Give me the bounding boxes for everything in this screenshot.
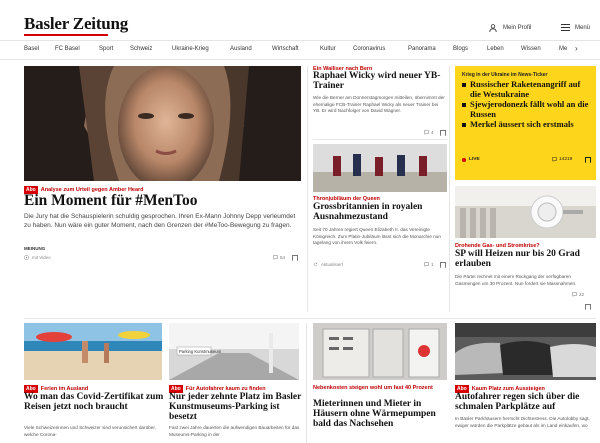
nav-item-leben[interactable]: Leben [487, 46, 504, 52]
comment-icon [273, 255, 278, 260]
ticker-list: Russischer Raketenangriff auf die Westuk… [462, 79, 592, 131]
queen-teaser[interactable]: Seit 70 Jahren regiert Queen Elizabeth I… [313, 227, 445, 247]
covid-headline[interactable]: Wo man das Covid-Zertifikat zum Reisen j… [24, 392, 164, 413]
menu-label: Menü [575, 24, 591, 31]
comment-icon [424, 130, 429, 135]
column-divider [449, 66, 450, 312]
nav-item-sport[interactable]: Sport [99, 46, 113, 52]
nav-item-wissen[interactable]: Wissen [521, 46, 541, 52]
menu-button[interactable]: Menü [561, 24, 590, 31]
parking-image[interactable]: Parking Kunstmuseum [169, 323, 299, 380]
comment-icon [572, 292, 577, 297]
hamburger-icon [561, 24, 570, 31]
gas-teaser[interactable]: Die Partei rechnet mit einem Rückgang de… [455, 274, 594, 287]
parked-cars-photo [455, 323, 596, 380]
hero-portrait [24, 66, 301, 181]
covid-teaser[interactable]: Viele Schweizerinnen und Schweizer sind … [24, 425, 162, 438]
nav-scroll-right-icon[interactable]: › [575, 44, 578, 53]
queen-photo [313, 144, 447, 192]
nav-item-kultur[interactable]: Kultur [320, 46, 336, 52]
queen-bookmark-icon[interactable] [440, 262, 446, 268]
heating-image[interactable] [313, 323, 447, 380]
nav-item-blogs[interactable]: Blogs [453, 46, 468, 52]
refresh-icon [313, 262, 318, 267]
parking-headline[interactable]: Nur jeder zehnte Platz im Basler Kunstmu… [169, 392, 303, 423]
beach-photo [24, 323, 162, 380]
cars-teaser[interactable]: In Basler Parkhäusern herrscht Dichtestr… [455, 416, 594, 429]
nav-item-basel[interactable]: Basel [24, 46, 39, 52]
heating-headline[interactable]: Mieterinnen und Mieter in Häusern ohne W… [313, 399, 447, 430]
nav-item-panorama[interactable]: Panorama [408, 46, 436, 52]
ticker-kicker: Krieg in der Ukraine im News-Ticker [462, 72, 548, 78]
ticker-item[interactable]: Merkel äussert sich erstmals [462, 120, 592, 130]
ticker-item[interactable]: Sjewjerodonezk fällt wohl an die Russen [462, 99, 592, 119]
wicky-comments[interactable]: 4 [424, 130, 434, 135]
column-divider [306, 323, 307, 443]
wicky-headline[interactable]: Raphael Wicky wird neuer YB-Trainer [313, 71, 447, 92]
queen-headline[interactable]: Grossbritannien in royalen Ausnahmezusta… [313, 202, 447, 223]
covid-image[interactable] [24, 323, 162, 380]
cars-image[interactable] [455, 323, 596, 380]
heating-kicker[interactable]: Nebenkosten steigen wohl um fast 40 Proz… [313, 385, 447, 391]
comment-icon [424, 262, 429, 267]
live-dot-icon [462, 157, 466, 162]
play-icon [24, 255, 29, 260]
row-divider [24, 318, 596, 319]
cars-headline[interactable]: Autofahrer regen sich über die schmalen … [455, 392, 596, 413]
parking-teaser[interactable]: Fast zwei Jahre dauerten die aufwendigen… [169, 425, 301, 438]
gas-comments[interactable]: 22 [572, 292, 584, 297]
site-header: Basler Zeitung Mein Profil Menü [0, 0, 600, 41]
news-ticker-box[interactable]: Krieg in der Ukraine im News-Ticker Russ… [455, 66, 596, 180]
hero-bookmark-icon[interactable] [292, 255, 298, 261]
nav-item-ukraine-krieg[interactable]: Ukraine-Krieg [172, 46, 209, 52]
nav-item-wirtschaft[interactable]: Wirtschaft [272, 46, 299, 52]
queen-comments[interactable]: 1 [424, 262, 434, 267]
wicky-teaser[interactable]: Wie die Berner am Donnerstagmorgen mitte… [313, 95, 445, 115]
column-divider [307, 66, 308, 312]
card-divider [313, 139, 447, 140]
nav-item-schweiz[interactable]: Schweiz [130, 46, 152, 52]
nav-item-more[interactable]: Me [559, 46, 567, 52]
hero-headline[interactable]: Ein Moment für #MenToo [24, 192, 304, 209]
hero-teaser[interactable]: Die Jury hat die Schauspielerin schuldig… [24, 213, 302, 231]
comment-icon [552, 157, 557, 162]
queen-updated-meta: Aktualisiert [313, 262, 343, 267]
main-navigation: Basel FC Basel Sport Schweiz Ukraine-Kri… [0, 41, 600, 60]
thermostat-photo [455, 186, 596, 238]
ticker-count: 14219 [552, 157, 572, 162]
nav-item-ausland[interactable]: Ausland [230, 46, 252, 52]
heat-pump-photo [313, 323, 447, 380]
queen-image[interactable] [313, 144, 447, 192]
hero-label: MEINUNG [24, 246, 46, 251]
user-icon [489, 24, 497, 32]
profile-button[interactable]: Mein Profil [489, 24, 531, 32]
parking-sign: Parking Kunstmuseum [179, 349, 222, 354]
gas-bookmark-icon[interactable] [585, 304, 591, 310]
gas-headline[interactable]: SP will Heizen nur bis 20 Grad erlauben [455, 249, 596, 270]
hero-comments[interactable]: 54 [273, 255, 285, 260]
profile-label: Mein Profil [503, 25, 532, 31]
wicky-bookmark-icon[interactable] [440, 130, 446, 136]
site-logo[interactable]: Basler Zeitung [24, 14, 128, 34]
ticker-item[interactable]: Russischer Raketenangriff auf die Westuk… [462, 79, 592, 99]
gas-image[interactable] [455, 186, 596, 238]
hero-video-meta: mit Video [24, 255, 51, 260]
nav-item-fc-basel[interactable]: FC Basel [55, 46, 80, 52]
live-indicator: LIVE [462, 157, 480, 162]
ticker-bookmark-icon[interactable] [585, 157, 591, 163]
nav-item-coronavirus[interactable]: Coronavirus [353, 46, 385, 52]
logo-underline [24, 34, 108, 36]
hero-image[interactable] [24, 66, 301, 181]
